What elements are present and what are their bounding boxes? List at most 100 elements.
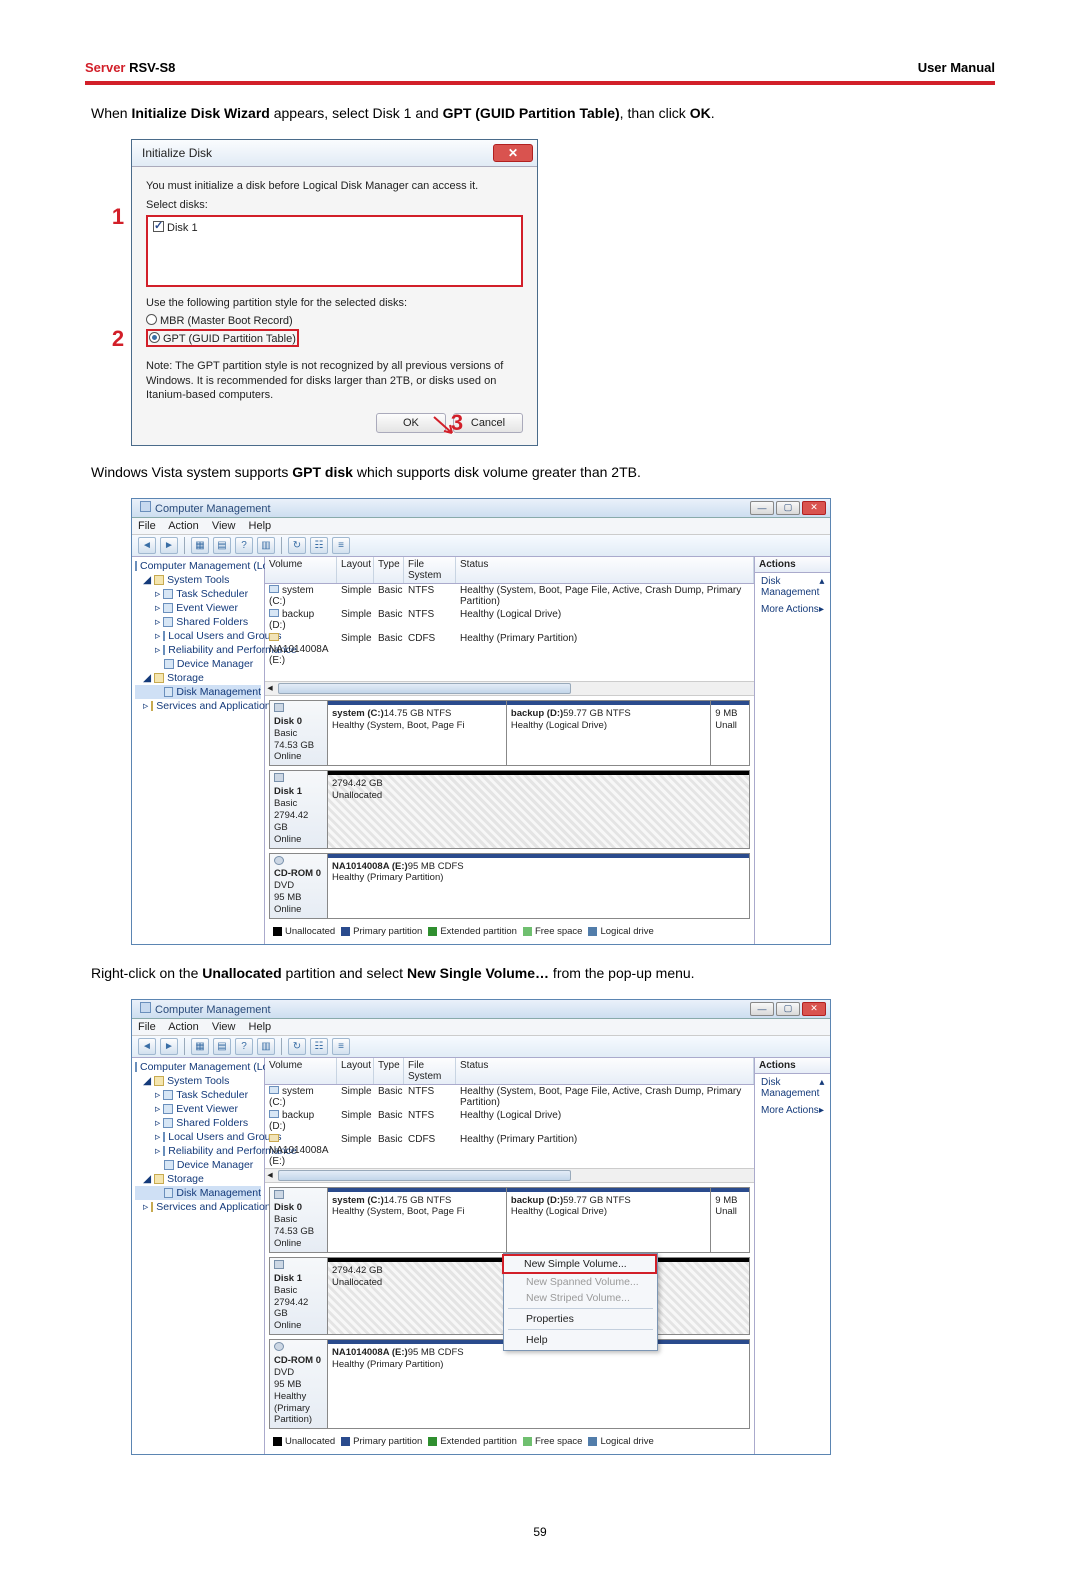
tree-task-scheduler[interactable]: ▹ Task Scheduler (135, 1088, 261, 1102)
menu-help[interactable]: Help (249, 1021, 272, 1033)
tool-icon[interactable]: ☷ (310, 537, 328, 554)
vol-row[interactable]: backup (D:)SimpleBasicNTFSHealthy (Logic… (265, 608, 754, 632)
tree-event-viewer[interactable]: ▹ Event Viewer (135, 601, 261, 615)
tool-icon[interactable]: ▥ (257, 537, 275, 554)
help-icon[interactable]: ? (235, 537, 253, 554)
ctx-properties[interactable]: Properties (504, 1311, 657, 1327)
disk1-checkbox[interactable] (153, 221, 164, 232)
menu-action[interactable]: Action (168, 520, 199, 532)
tool-icon[interactable]: ☷ (310, 1038, 328, 1055)
actions-dm[interactable]: Disk Management▴ (755, 1074, 830, 1102)
tree-reliability[interactable]: ▹ Reliability and Performance (135, 1144, 261, 1158)
tree-reliability[interactable]: ▹ Reliability and Performance (135, 643, 261, 657)
vol-row[interactable]: system (C:)SimpleBasicNTFSHealthy (Syste… (265, 1085, 754, 1109)
col-status[interactable]: Status (456, 1058, 754, 1084)
col-fs[interactable]: File System (404, 1058, 456, 1084)
ctx-new-simple-volume[interactable]: New Simple Volume... (502, 1254, 657, 1274)
nav-tree[interactable]: Computer Management (Local) ◢ System Too… (132, 557, 265, 944)
tool-icon[interactable]: ▦ (191, 1038, 209, 1055)
col-fs[interactable]: File System (404, 557, 456, 583)
help-icon[interactable]: ? (235, 1038, 253, 1055)
tree-storage[interactable]: ◢ Storage (135, 1172, 261, 1186)
refresh-icon[interactable]: ↻ (288, 1038, 306, 1055)
close-icon[interactable]: ✕ (493, 144, 533, 162)
back-icon[interactable]: ◄ (138, 537, 156, 554)
tree-system-tools[interactable]: ◢ System Tools (135, 1074, 261, 1088)
radio-gpt-icon[interactable] (149, 332, 160, 343)
col-type[interactable]: Type (374, 1058, 404, 1084)
tree-storage[interactable]: ◢ Storage (135, 671, 261, 685)
tree-local-users[interactable]: ▹ Local Users and Groups (135, 1130, 261, 1144)
hscrollbar[interactable]: ◂ (265, 681, 754, 695)
col-status[interactable]: Status (456, 557, 754, 583)
tree-services[interactable]: ▹ Services and Applications (135, 1200, 261, 1214)
tree-root[interactable]: Computer Management (Local) (135, 1060, 261, 1074)
tree-event-viewer[interactable]: ▹ Event Viewer (135, 1102, 261, 1116)
menu-file[interactable]: File (138, 520, 156, 532)
tool-icon[interactable]: ▤ (213, 537, 231, 554)
tool-icon[interactable]: ≡ (332, 537, 350, 554)
menu-file[interactable]: File (138, 1021, 156, 1033)
radio-mbr[interactable]: MBR (Master Boot Record) (146, 313, 523, 327)
col-layout[interactable]: Layout (337, 1058, 374, 1084)
col-volume[interactable]: Volume (265, 557, 337, 583)
close-icon[interactable]: ✕ (802, 1002, 826, 1016)
vol-row[interactable]: system (C:)SimpleBasicNTFSHealthy (Syste… (265, 584, 754, 608)
disk-row-cdrom[interactable]: CD-ROM 0DVD95 MBHealthy (Primary Partiti… (269, 1339, 750, 1429)
tool-icon[interactable]: ▤ (213, 1038, 231, 1055)
close-icon[interactable]: ✕ (802, 501, 826, 515)
tool-icon[interactable]: ≡ (332, 1038, 350, 1055)
menu-view[interactable]: View (212, 1021, 236, 1033)
computer-management-window-2: Computer Management — ▢ ✕ File Action Vi… (131, 999, 831, 1456)
maximize-icon[interactable]: ▢ (776, 1002, 800, 1016)
disk-row-1[interactable]: Disk 1Basic2794.42 GBOnline 2794.42 GBUn… (269, 770, 750, 848)
tree-shared-folders[interactable]: ▹ Shared Folders (135, 1116, 261, 1130)
minimize-icon[interactable]: — (750, 1002, 774, 1016)
minimize-icon[interactable]: — (750, 501, 774, 515)
tree-root[interactable]: Computer Management (Local) (135, 559, 261, 573)
forward-icon[interactable]: ► (160, 1038, 178, 1055)
tree-local-users[interactable]: ▹ Local Users and Groups (135, 629, 261, 643)
col-type[interactable]: Type (374, 557, 404, 583)
actions-more[interactable]: More Actions▸ (755, 1102, 830, 1119)
menubar[interactable]: File Action View Help (132, 518, 830, 535)
vol-row[interactable]: NA1014008A (E:)SimpleBasicCDFSHealthy (P… (265, 1133, 754, 1168)
vol-row[interactable]: NA1014008A (E:)SimpleBasicCDFSHealthy (P… (265, 632, 754, 667)
back-icon[interactable]: ◄ (138, 1038, 156, 1055)
tool-icon[interactable]: ▥ (257, 1038, 275, 1055)
forward-icon[interactable]: ► (160, 537, 178, 554)
tree-services[interactable]: ▹ Services and Applications (135, 699, 261, 713)
disk-row-0[interactable]: Disk 0Basic74.53 GBOnline system (C:)14.… (269, 700, 750, 766)
tree-device-manager[interactable]: Device Manager (135, 657, 261, 671)
actions-dm[interactable]: Disk Management▴ (755, 573, 830, 601)
tree-shared-folders[interactable]: ▹ Shared Folders (135, 615, 261, 629)
disk-row-cdrom[interactable]: CD-ROM 0DVD95 MBOnline NA1014008A (E:)95… (269, 853, 750, 919)
tree-disk-management[interactable]: Disk Management (135, 685, 261, 699)
menu-action[interactable]: Action (168, 1021, 199, 1033)
tool-icon[interactable]: ▦ (191, 537, 209, 554)
menu-view[interactable]: View (212, 520, 236, 532)
disk1-checkbox-row[interactable]: Disk 1 (153, 220, 516, 234)
tree-disk-management[interactable]: Disk Management (135, 1186, 261, 1200)
radio-gpt[interactable]: GPT (GUID Partition Table) (146, 329, 299, 347)
actions-pane: Actions Disk Management▴ More Actions▸ (754, 1058, 830, 1455)
menubar[interactable]: File Action View Help (132, 1019, 830, 1036)
hscrollbar[interactable]: ◂ (265, 1168, 754, 1182)
disk-select-list[interactable]: Disk 1 (146, 215, 523, 287)
tree-task-scheduler[interactable]: ▹ Task Scheduler (135, 587, 261, 601)
tree-system-tools[interactable]: ◢ System Tools (135, 573, 261, 587)
disk-row-0[interactable]: Disk 0Basic74.53 GBOnline system (C:)14.… (269, 1187, 750, 1253)
col-layout[interactable]: Layout (337, 557, 374, 583)
col-volume[interactable]: Volume (265, 1058, 337, 1084)
menu-help[interactable]: Help (249, 520, 272, 532)
maximize-icon[interactable]: ▢ (776, 501, 800, 515)
ctx-help[interactable]: Help (504, 1332, 657, 1348)
refresh-icon[interactable]: ↻ (288, 537, 306, 554)
vol-row[interactable]: backup (D:)SimpleBasicNTFSHealthy (Logic… (265, 1109, 754, 1133)
tree-device-manager[interactable]: Device Manager (135, 1158, 261, 1172)
nav-tree[interactable]: Computer Management (Local) ◢ System Too… (132, 1058, 265, 1455)
actions-more[interactable]: More Actions▸ (755, 601, 830, 618)
radio-mbr-icon[interactable] (146, 314, 157, 325)
context-menu[interactable]: New Simple Volume... New Spanned Volume.… (503, 1253, 658, 1351)
toolbar: ◄ ► ▦ ▤ ? ▥ ↻ ☷ ≡ (132, 1036, 830, 1058)
